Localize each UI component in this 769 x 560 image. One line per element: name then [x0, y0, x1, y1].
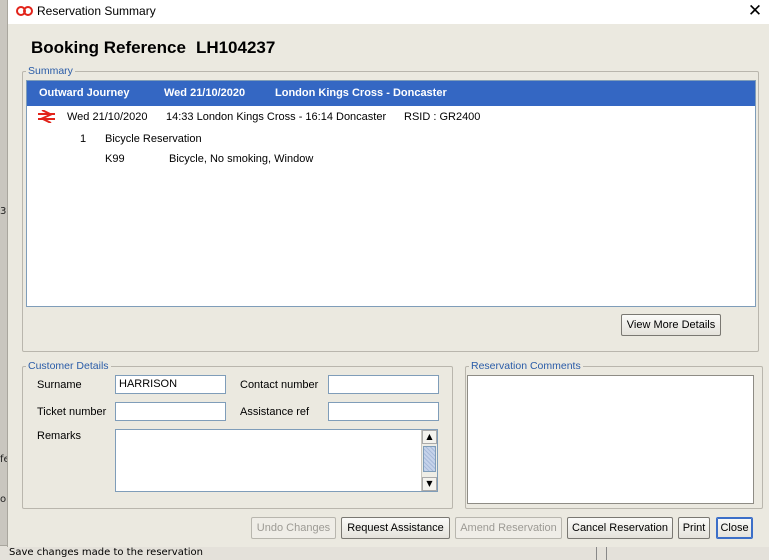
- journey-date: Wed 21/10/2020: [164, 87, 246, 99]
- ticket-number-field[interactable]: [115, 402, 226, 421]
- remarks-label: Remarks: [37, 430, 82, 442]
- contact-number-field[interactable]: [328, 375, 439, 394]
- background-status-bar: Save changes made to the reservation: [0, 545, 769, 560]
- ticket-number-label: Ticket number: [37, 406, 107, 418]
- customer-details-legend: Customer Details: [26, 360, 111, 372]
- national-rail-icon: [38, 110, 55, 123]
- service-rsid: RSID : GR2400: [404, 111, 481, 123]
- service-details: 14:33 London Kings Cross - 16:14 Doncast…: [166, 111, 387, 123]
- assistance-ref-field[interactable]: [328, 402, 439, 421]
- reservation-comments-legend: Reservation Comments: [469, 360, 583, 372]
- view-more-details-button[interactable]: View More Details: [621, 314, 721, 336]
- seat-attributes: Bicycle, No smoking, Window: [169, 153, 314, 165]
- print-button[interactable]: Print: [678, 517, 710, 539]
- journey-route: London Kings Cross - Doncaster: [275, 87, 447, 99]
- journey-summary-panel: Outward Journey Wed 21/10/2020 London Ki…: [26, 80, 756, 307]
- reservation-comments-textarea[interactable]: [467, 375, 754, 504]
- reservation-summary-dialog: Reservation Summary ✕ Booking Reference L…: [7, 0, 769, 547]
- background-fragment: 3: [0, 206, 7, 217]
- contact-number-label: Contact number: [240, 379, 319, 391]
- amend-reservation-button[interactable]: Amend Reservation: [455, 517, 562, 539]
- cancel-reservation-button[interactable]: Cancel Reservation: [567, 517, 673, 539]
- remarks-textarea[interactable]: ▲ ▼: [115, 429, 438, 492]
- journey-header-row[interactable]: Outward Journey Wed 21/10/2020 London Ki…: [27, 81, 755, 106]
- journey-direction: Outward Journey: [39, 87, 130, 99]
- booking-reference-label: Booking Reference: [31, 38, 186, 57]
- booking-reference: Booking Reference LH104237: [31, 38, 275, 58]
- close-window-button[interactable]: ✕: [746, 1, 764, 21]
- surname-field[interactable]: HARRISON: [115, 375, 226, 394]
- reservation-type: Bicycle Reservation: [105, 133, 202, 145]
- service-date: Wed 21/10/2020: [67, 111, 148, 123]
- app-logo-icon: [16, 6, 33, 16]
- surname-label: Surname: [37, 379, 82, 391]
- scroll-thumb[interactable]: [423, 446, 436, 472]
- title-bar[interactable]: Reservation Summary ✕: [8, 0, 769, 24]
- scroll-down-icon[interactable]: ▼: [422, 477, 437, 491]
- request-assistance-button[interactable]: Request Assistance: [341, 517, 450, 539]
- reservation-count: 1: [80, 133, 87, 145]
- booking-reference-value: LH104237: [195, 38, 276, 57]
- scroll-up-icon[interactable]: ▲: [422, 430, 437, 444]
- summary-legend: Summary: [26, 65, 75, 77]
- assistance-ref-label: Assistance ref: [240, 406, 310, 418]
- status-divider: [606, 546, 607, 560]
- seat-code: K99: [105, 153, 125, 165]
- background-fragment: o: [0, 494, 7, 505]
- window-title: Reservation Summary: [37, 4, 156, 18]
- remarks-scrollbar[interactable]: ▲ ▼: [421, 430, 437, 491]
- undo-changes-button[interactable]: Undo Changes: [251, 517, 336, 539]
- close-button[interactable]: Close: [716, 517, 753, 539]
- status-divider: [596, 546, 597, 560]
- status-text: Save changes made to the reservation: [9, 547, 203, 558]
